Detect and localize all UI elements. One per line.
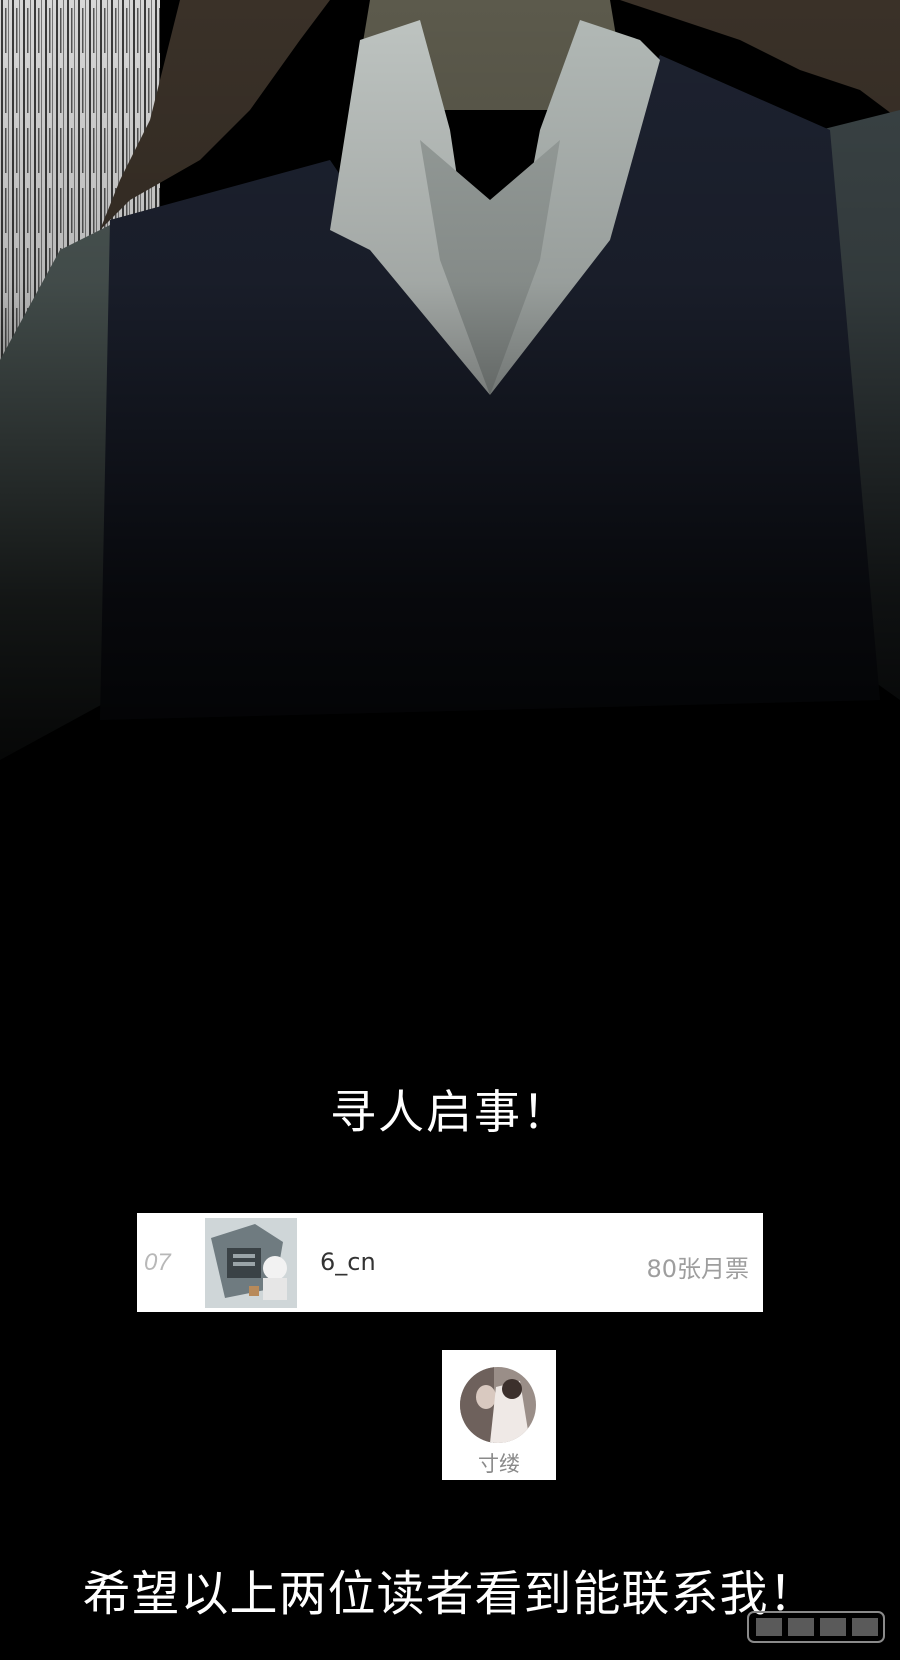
notice-heading: 寻人启事！: [330, 1085, 570, 1139]
ranking-username: 6_cn: [320, 1248, 376, 1276]
rank-number: 07: [144, 1249, 171, 1276]
monthly-ticket-count: 80张月票: [646, 1255, 749, 1283]
ranking-entry-card[interactable]: 07 6_cn 80张月票: [137, 1213, 763, 1312]
publisher-logo: [747, 1611, 885, 1643]
comic-avatar-image: [205, 1218, 297, 1308]
profile-username: 寸缕: [478, 1452, 520, 1476]
round-photo-avatar: [460, 1367, 536, 1443]
user-profile-card[interactable]: 寸缕: [442, 1350, 556, 1480]
